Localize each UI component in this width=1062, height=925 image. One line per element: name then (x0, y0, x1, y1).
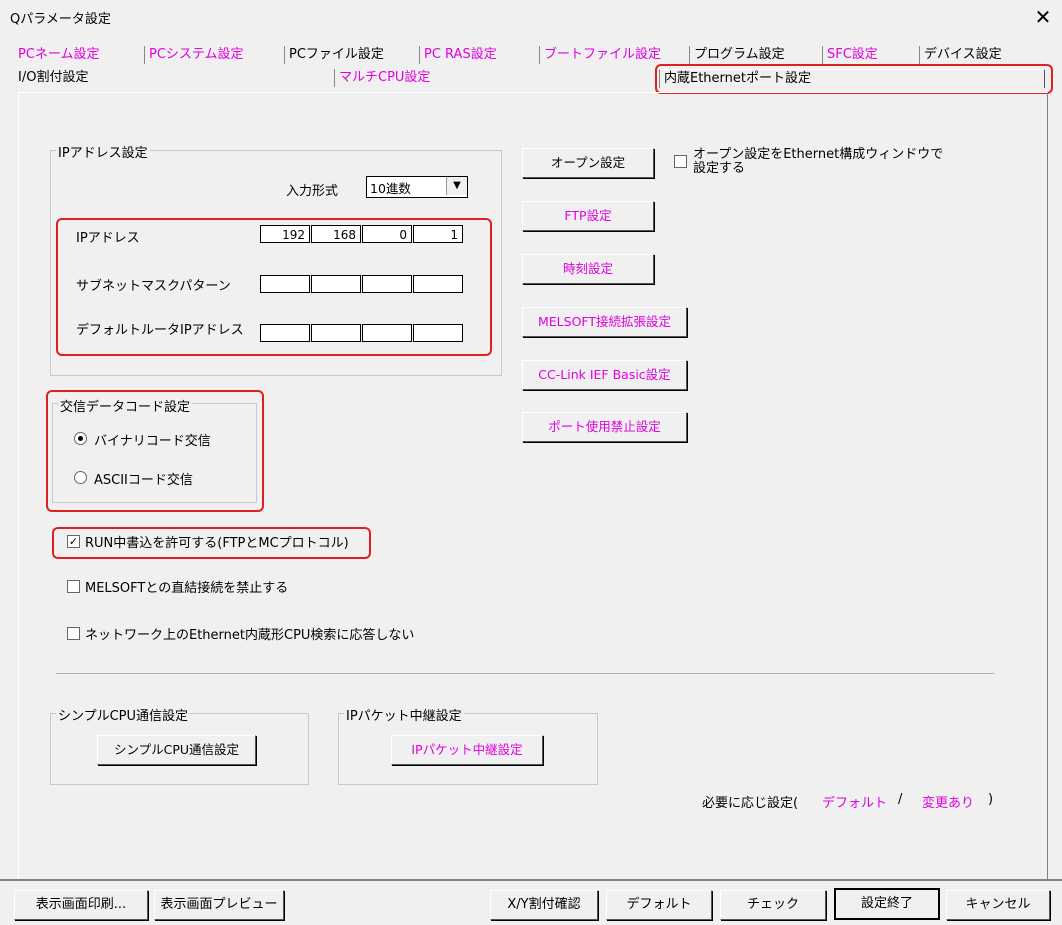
ascii-radio[interactable] (74, 471, 87, 484)
tab-multi-cpu[interactable]: マルチCPU設定 (334, 69, 430, 87)
tab-boot-file[interactable]: ブートファイル設定 (539, 46, 661, 64)
title-bar: Qパラメータ設定 ✕ (0, 0, 1062, 36)
close-icon[interactable]: ✕ (1030, 3, 1056, 31)
melsoft-direct-checkbox[interactable] (67, 580, 80, 593)
run-write-checkbox[interactable]: ✓ (67, 535, 80, 548)
gateway-octet-3[interactable] (362, 324, 412, 342)
tab-pc-name[interactable]: PCネーム設定 (14, 46, 100, 64)
legend-suffix: ) (988, 792, 994, 807)
tab-device[interactable]: デバイス設定 (919, 46, 1002, 64)
input-format-value: 10進数 (370, 181, 411, 196)
footer-divider (0, 879, 1062, 881)
melsoft-extended-button[interactable]: MELSOFT接続拡張設定 (522, 307, 687, 337)
highlight-active-tab (655, 64, 1053, 94)
open-config-label-2: 設定する (693, 161, 746, 176)
subnet-mask-label: サブネットマスクパターン (76, 279, 231, 294)
melsoft-direct-label: MELSOFTとの直結接続を禁止する (85, 581, 289, 596)
run-write-label: RUN中書込を許可する(FTPとMCプロトコル) (85, 536, 349, 551)
ip-octet-2[interactable]: 168 (311, 225, 361, 243)
tab-row-1: PCネーム設定 PCシステム設定 PCファイル設定 PC RAS設定 ブートファ… (14, 46, 1034, 66)
input-format-select[interactable]: 10進数 ▼ (366, 176, 468, 198)
ip-octet-1[interactable]: 192 (260, 225, 310, 243)
parameter-window: Qパラメータ設定 ✕ PCネーム設定 PCシステム設定 PCファイル設定 PC … (0, 0, 1062, 925)
divider (56, 673, 994, 674)
tab-pc-ras[interactable]: PC RAS設定 (419, 46, 497, 64)
binary-radio[interactable] (74, 432, 87, 445)
simple-cpu-title: シンプルCPU通信設定 (56, 705, 191, 724)
check-button[interactable]: チェック (720, 890, 826, 920)
cancel-button[interactable]: キャンセル (946, 890, 1050, 920)
simple-cpu-button[interactable]: シンプルCPU通信設定 (97, 735, 256, 765)
ip-address-label: IPアドレス (76, 231, 140, 246)
tab-pc-file[interactable]: PCファイル設定 (284, 46, 384, 64)
cpu-search-label: ネットワーク上のEthernet内蔵形CPU検索に応答しない (85, 628, 415, 643)
comm-code-group (52, 403, 257, 503)
open-config-label-1: オープン設定をEthernet構成ウィンドウで (693, 147, 944, 162)
input-format-label: 入力形式 (286, 184, 339, 199)
cclink-ief-basic-button[interactable]: CC-Link IEF Basic設定 (522, 360, 687, 390)
binary-label: バイナリコード交信 (94, 434, 211, 449)
subnet-octet-1[interactable] (260, 275, 310, 293)
ip-group-title: IPアドレス設定 (56, 142, 150, 161)
preview-button[interactable]: 表示画面プレビュー (154, 890, 284, 920)
ip-octet-4[interactable]: 1 (413, 225, 463, 243)
ftp-settings-button[interactable]: FTP設定 (522, 201, 654, 231)
tab-program[interactable]: プログラム設定 (689, 46, 785, 64)
time-settings-button[interactable]: 時刻設定 (522, 254, 654, 284)
window-title: Qパラメータ設定 (10, 12, 111, 27)
gateway-label: デフォルトルータIPアドレス (76, 323, 244, 338)
subnet-octet-3[interactable] (362, 275, 412, 293)
gateway-octet-4[interactable] (413, 324, 463, 342)
subnet-octet-4[interactable] (413, 275, 463, 293)
ip-octet-3[interactable]: 0 (362, 225, 412, 243)
legend-slash: / (898, 792, 903, 807)
gateway-octet-2[interactable] (311, 324, 361, 342)
finish-button[interactable]: 設定終了 (834, 888, 940, 920)
comm-group-title: 交信データコード設定 (58, 396, 193, 415)
gateway-octet-1[interactable] (260, 324, 310, 342)
chevron-down-icon[interactable]: ▼ (446, 177, 467, 195)
open-settings-button[interactable]: オープン設定 (522, 148, 654, 178)
subnet-octet-2[interactable] (311, 275, 361, 293)
ip-packet-title: IPパケット中継設定 (344, 705, 464, 724)
xy-assign-button[interactable]: X/Y割付確認 (490, 890, 598, 920)
legend-default: デフォルト (822, 796, 888, 811)
print-button[interactable]: 表示画面印刷... (14, 890, 148, 920)
legend-changed: 変更あり (922, 796, 975, 811)
cpu-search-checkbox[interactable] (67, 627, 80, 640)
tab-pc-system[interactable]: PCシステム設定 (144, 46, 244, 64)
port-disable-button[interactable]: ポート使用禁止設定 (522, 412, 687, 442)
ascii-label: ASCIIコード交信 (94, 473, 193, 488)
tab-sfc[interactable]: SFC設定 (822, 46, 878, 64)
tab-io-assign[interactable]: I/O割付設定 (14, 69, 88, 87)
legend-prefix: 必要に応じ設定( (702, 796, 799, 811)
ip-packet-button[interactable]: IPパケット中継設定 (391, 735, 543, 765)
default-button[interactable]: デフォルト (606, 890, 712, 920)
open-config-checkbox[interactable] (674, 155, 687, 168)
